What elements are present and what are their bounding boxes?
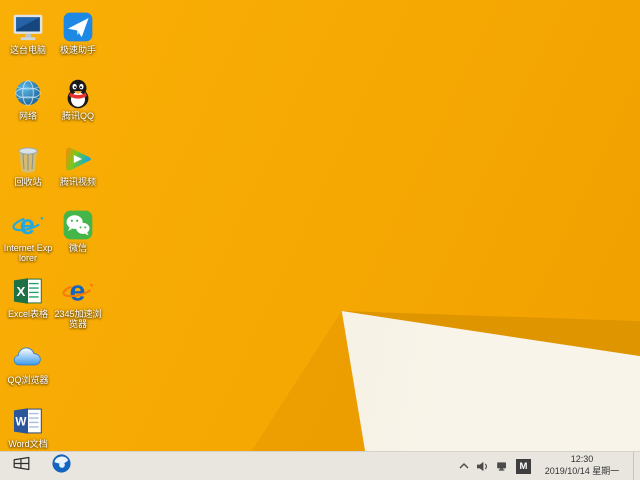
wechat-icon [61, 208, 95, 242]
recycle-bin-icon [11, 142, 45, 176]
desktop-icon-tencent-video[interactable]: 腾讯视频 [53, 142, 103, 187]
svg-text:X: X [16, 284, 25, 299]
tencent-video-icon [61, 142, 95, 176]
desktop: 这台电脑 网络 回收站 e Internet Explorer X Excel表… [0, 0, 640, 480]
svg-text:e: e [69, 276, 85, 308]
qq-penguin-icon [61, 76, 95, 110]
clock-time: 12:30 [570, 454, 594, 465]
desktop-icon-qq-browser[interactable]: QQ浏览器 [3, 340, 53, 385]
qq-browser-cloud-icon [11, 340, 45, 374]
desktop-icon-label: 腾讯视频 [59, 177, 96, 187]
desktop-icon-label: Excel表格 [7, 309, 48, 319]
taskbar: M 12:30 2019/10/14 星期一 [0, 451, 640, 480]
taskbar-browser-icon[interactable] [42, 452, 80, 480]
desktop-icon-label: 微信 [68, 243, 87, 253]
desktop-icon-tencent-qq[interactable]: 腾讯QQ [53, 76, 103, 121]
desktop-icon-network[interactable]: 网络 [3, 76, 53, 121]
browser-circle-icon [51, 453, 72, 479]
desktop-icon-label: QQ浏览器 [7, 375, 49, 385]
desktop-icon-label: 腾讯QQ [61, 111, 94, 121]
hidden-icons-expand-icon[interactable] [459, 452, 469, 480]
desktop-icon-label: 2345加速浏览器 [54, 309, 102, 330]
desktop-icon-label: Internet Explorer [3, 243, 53, 264]
desktop-icon-label: Word文档 [8, 439, 48, 449]
clock-date: 2019/10/14 星期一 [544, 466, 620, 476]
network-globe-icon [11, 76, 45, 110]
desktop-icon-2345-browser[interactable]: e 2345加速浏览器 [53, 274, 103, 330]
desktop-icon-internet-explorer[interactable]: e Internet Explorer [3, 208, 53, 264]
system-tray: M 12:30 2019/10/14 星期一 [459, 452, 640, 480]
desktop-icon-excel[interactable]: X Excel表格 [3, 274, 53, 319]
desktop-icon-label: 这台电脑 [9, 45, 46, 55]
desktop-icon-speed-assistant[interactable]: 极速助手 [53, 10, 103, 55]
excel-icon: X [11, 274, 45, 308]
windows-logo-icon [12, 456, 31, 476]
desktop-icon-label: 极速助手 [59, 45, 96, 55]
desktop-icon-label: 回收站 [14, 177, 42, 187]
2345-browser-icon: e [61, 274, 95, 308]
start-button[interactable] [0, 452, 42, 480]
show-desktop-button[interactable] [633, 452, 639, 480]
desktop-icon-recycle-bin[interactable]: 回收站 [3, 142, 53, 187]
desktop-icon-word[interactable]: W Word文档 [3, 404, 53, 449]
internet-explorer-icon: e [11, 208, 45, 242]
word-icon: W [11, 404, 45, 438]
desktop-icon-wechat[interactable]: 微信 [53, 208, 103, 253]
tray-clock[interactable]: 12:30 2019/10/14 星期一 [538, 454, 626, 477]
svg-text:W: W [15, 416, 26, 429]
desktop-icon-label: 网络 [18, 111, 37, 121]
network-icon[interactable] [496, 452, 509, 480]
ime-indicator[interactable]: M [516, 458, 531, 474]
volume-icon[interactable] [476, 452, 489, 480]
svg-text:e: e [20, 209, 35, 240]
this-pc-icon [11, 10, 45, 44]
speed-assistant-icon [61, 10, 95, 44]
desktop-icon-this-pc[interactable]: 这台电脑 [3, 10, 53, 55]
